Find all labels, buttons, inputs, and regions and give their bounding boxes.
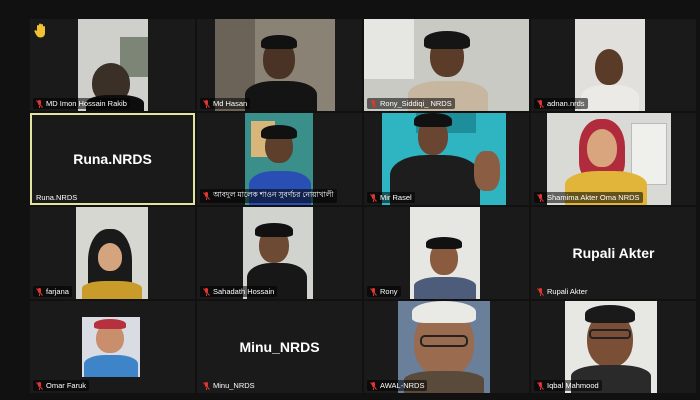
participant-tile[interactable]: farjana (30, 207, 195, 299)
mic-muted-icon (537, 381, 544, 390)
participant-name: আবদুল মালেক শাওন সুবর্ণচর নোয়াখালী (213, 190, 334, 199)
mic-muted-icon (36, 381, 43, 390)
participant-tile[interactable]: Minu_NRDS Minu_NRDS (197, 301, 362, 393)
participant-tile[interactable]: adnan.nrds (531, 19, 696, 111)
participant-name-label: Rony_Siddiqi_ NRDS (367, 98, 455, 109)
participant-name-label: আবদুল মালেক শাওন সুবর্ণচর নোয়াখালী (200, 189, 337, 203)
participant-name: Rony_Siddiqi_ NRDS (380, 99, 452, 108)
participant-name: Rupali Akter (547, 287, 588, 296)
participant-name: AWAL-NRDS (380, 381, 425, 390)
mic-muted-icon (370, 287, 377, 296)
mic-muted-icon (370, 99, 377, 108)
participant-tile[interactable]: Rony (364, 207, 529, 299)
mic-muted-icon (203, 192, 210, 200)
participant-name: Shamima Akter Oma NRDS (547, 193, 640, 202)
participant-name: Md Hasan (213, 99, 248, 108)
participant-tile[interactable]: Shamima Akter Oma NRDS (531, 113, 696, 205)
participant-tile[interactable]: Rony_Siddiqi_ NRDS (364, 19, 529, 111)
participant-name: Runa.NRDS (36, 193, 78, 202)
participant-name-label: adnan.nrds (534, 98, 588, 109)
participant-tile[interactable]: Omar Faruk (30, 301, 195, 393)
participant-tile[interactable]: Rupali Akter Rupali Akter (531, 207, 696, 299)
participant-name-label: farjana (33, 286, 72, 297)
participant-display-name: Runa.NRDS (73, 151, 152, 167)
participant-name-label: Iqbal Mahmood (534, 380, 602, 391)
mic-muted-icon (36, 99, 43, 108)
participant-name: Rony (380, 287, 398, 296)
participant-name-label: Runa.NRDS (33, 192, 80, 203)
participant-tile[interactable]: Sahadath Hossain (197, 207, 362, 299)
participant-name: adnan.nrds (547, 99, 585, 108)
mic-muted-icon (537, 99, 544, 108)
participant-name: Iqbal Mahmood (547, 381, 599, 390)
mic-muted-icon (537, 287, 544, 296)
raise-hand-icon (34, 23, 45, 38)
participant-tile[interactable]: Mir Rasel (364, 113, 529, 205)
participant-tile[interactable]: MD Imon Hossain Rakib (30, 19, 195, 111)
mic-muted-icon (203, 99, 210, 108)
participant-name: Omar Faruk (46, 381, 87, 390)
mic-muted-icon (537, 193, 544, 202)
participant-name: Mir Rasel (380, 193, 412, 202)
participant-name-label: Mir Rasel (367, 192, 415, 203)
participant-name-label: Md Hasan (200, 98, 251, 109)
mic-muted-icon (203, 287, 210, 296)
participant-tile[interactable]: Md Hasan (197, 19, 362, 111)
participant-display-name: Minu_NRDS (239, 339, 320, 355)
participant-tile[interactable]: Iqbal Mahmood (531, 301, 696, 393)
participant-display-name: Rupali Akter (572, 245, 655, 261)
participant-name-label: Rupali Akter (534, 286, 590, 297)
participant-name-label: Minu_NRDS (200, 380, 258, 391)
participant-name: farjana (46, 287, 69, 296)
participant-name-label: Omar Faruk (33, 380, 90, 391)
participant-name: Sahadath Hossain (213, 287, 275, 296)
participant-name-label: AWAL-NRDS (367, 380, 428, 391)
participant-name: Minu_NRDS (213, 381, 255, 390)
participant-name-label: MD Imon Hossain Rakib (33, 98, 130, 109)
participant-tile[interactable]: আবদুল মালেক শাওন সুবর্ণচর নোয়াখালী (197, 113, 362, 205)
participant-name-label: Rony (367, 286, 401, 297)
mic-muted-icon (36, 287, 43, 296)
participant-tile[interactable]: AWAL-NRDS (364, 301, 529, 393)
mic-muted-icon (370, 193, 377, 202)
mic-muted-icon (203, 381, 210, 390)
participant-name-label: Sahadath Hossain (200, 286, 278, 297)
mic-muted-icon (370, 381, 377, 390)
participant-tile[interactable]: Runa.NRDS Runa.NRDS (30, 113, 195, 205)
participant-name-label: Shamima Akter Oma NRDS (534, 192, 643, 203)
participant-name: MD Imon Hossain Rakib (46, 99, 127, 108)
